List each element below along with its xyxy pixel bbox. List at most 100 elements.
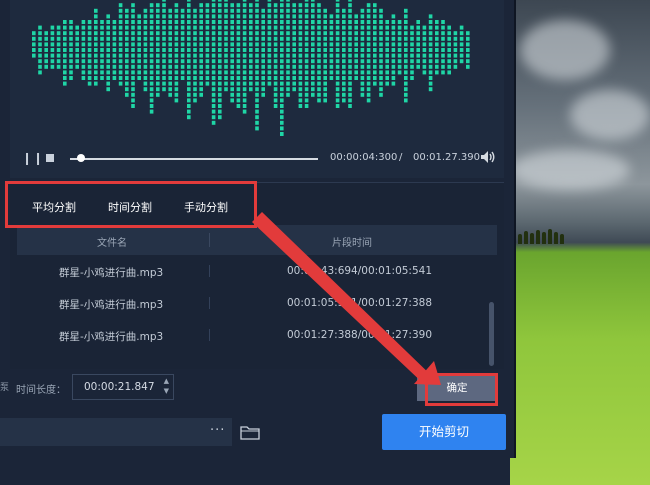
waveform-segment <box>329 31 334 36</box>
waveform-segment <box>329 76 334 80</box>
waveform-segment <box>459 31 464 36</box>
table-row[interactable]: 群星-小鸡进行曲.mp3 00:01:05:541/00:01:27:388 <box>17 288 487 318</box>
waveform-segment <box>168 14 172 19</box>
waveform-segment <box>180 59 185 64</box>
output-path-field[interactable]: ··· <box>0 418 232 446</box>
waveform-segment <box>416 59 420 64</box>
waveform-segment <box>156 76 160 80</box>
folder-icon[interactable] <box>240 424 260 440</box>
waveform-segment <box>149 3 154 8</box>
waveform-segment <box>273 3 278 8</box>
waveform-segment <box>255 104 259 108</box>
waveform-segment <box>255 3 259 8</box>
waveform-segment <box>410 64 414 69</box>
waveform-segment <box>348 36 352 41</box>
duration-stepper[interactable]: 00:00:21.847 ▲ ▼ <box>72 374 174 400</box>
waveform-segment <box>156 36 160 41</box>
waveform-segment <box>174 31 179 36</box>
waveform-segment <box>360 20 365 24</box>
table-row[interactable]: 群星-小鸡进行曲.mp3 00:00:43:694/00:01:05:541 <box>17 256 487 286</box>
waveform-segment <box>416 20 420 24</box>
waveform-segment <box>162 8 166 13</box>
waveform-segment <box>137 64 141 69</box>
progress-knob[interactable] <box>77 154 86 162</box>
waveform-segment <box>373 42 377 47</box>
waveform-segment <box>416 31 420 36</box>
waveform-segment <box>385 59 389 64</box>
waveform-segment <box>373 53 377 58</box>
waveform-segment <box>63 76 67 80</box>
waveform-segment <box>280 76 284 80</box>
waveform-segment <box>292 31 296 36</box>
waveform-segment <box>317 70 321 75</box>
waveform-segment <box>236 25 241 30</box>
waveform-segment <box>162 48 166 52</box>
waveform-segment <box>280 120 284 125</box>
waveform-segment <box>404 36 408 41</box>
chevron-down-icon[interactable]: ▼ <box>164 387 169 395</box>
waveform-segment <box>131 59 135 64</box>
waveform-segment <box>63 48 67 52</box>
waveform-segment <box>242 59 247 64</box>
waveform-segment <box>286 20 290 24</box>
waveform-segment <box>131 36 135 41</box>
waveform-segment <box>211 42 216 47</box>
waveform-segment <box>273 53 278 58</box>
waveform-segment <box>385 25 389 30</box>
waveform-segment <box>373 64 377 69</box>
waveform-segment <box>87 64 92 69</box>
waveform-segment <box>304 59 309 64</box>
waveform-segment <box>391 59 396 64</box>
waveform-segment <box>199 42 203 47</box>
waveform-segment <box>75 25 79 30</box>
speaker-icon[interactable] <box>480 150 496 164</box>
browse-dots-button[interactable]: ··· <box>210 423 225 438</box>
waveform-segment <box>236 76 241 80</box>
waveform-segment <box>168 70 172 75</box>
waveform-segment <box>280 98 284 103</box>
chevron-up-icon[interactable]: ▲ <box>164 377 169 385</box>
waveform-segment <box>261 53 265 58</box>
waveform-segment <box>379 81 383 86</box>
waveform-segment <box>255 126 259 131</box>
duration-input[interactable]: 00:00:21.847 <box>84 381 155 393</box>
waveform-segment <box>335 87 340 92</box>
waveform-segment <box>335 42 340 47</box>
waveform-segment <box>273 48 278 52</box>
table-row[interactable]: 群星-小鸡进行曲.mp3 00:01:27:388/00:01:27:390 <box>17 320 487 350</box>
waveform-segment <box>255 59 259 64</box>
waveform-segment <box>304 70 309 75</box>
waveform-segment <box>224 42 228 47</box>
waveform-segment <box>44 59 48 64</box>
waveform-segment <box>187 20 191 24</box>
waveform-segment <box>38 31 42 36</box>
waveform-segment <box>286 76 290 80</box>
waveform-segment <box>342 92 346 97</box>
waveform-segment <box>131 53 135 58</box>
waveform-segment <box>44 36 48 41</box>
waveform-segment <box>317 59 321 64</box>
start-cut-button[interactable]: 开始剪切 <box>382 414 506 450</box>
waveform-segment <box>125 31 129 36</box>
waveform-segment <box>317 31 321 36</box>
stop-icon[interactable] <box>46 154 54 162</box>
waveform-segment <box>348 0 352 2</box>
waveform-segment <box>230 81 234 86</box>
waveform-segment <box>205 20 210 24</box>
waveform-segment <box>342 87 346 92</box>
waveform-segment <box>193 70 197 75</box>
current-time: 00:00:04:300 <box>330 152 398 163</box>
waveform-segment <box>162 42 166 47</box>
table-scrollbar[interactable] <box>489 302 494 366</box>
waveform-segment <box>168 59 172 64</box>
waveform-segment <box>255 92 259 97</box>
waveform-segment <box>50 31 55 36</box>
waveform-segment <box>342 14 346 19</box>
progress-slider[interactable] <box>70 158 318 160</box>
waveform-segment <box>106 48 110 52</box>
waveform-segment <box>81 36 86 41</box>
pause-icon[interactable]: ❙❙ <box>22 151 44 165</box>
waveform-segment <box>211 98 216 103</box>
waveform-segment <box>435 59 439 64</box>
waveform-segment <box>323 8 327 13</box>
